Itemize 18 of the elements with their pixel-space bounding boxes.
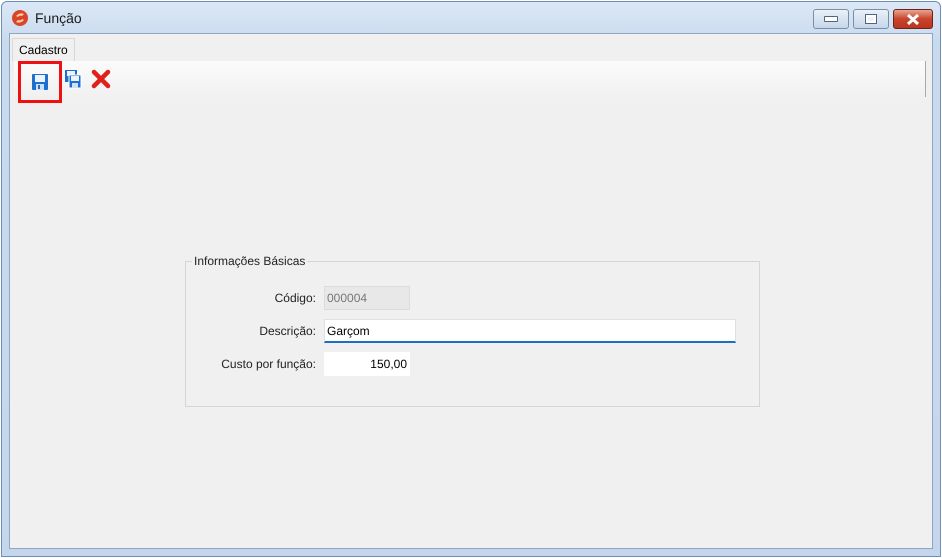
tab[interactable]: Cadastro [12,38,75,61]
field-label: Custo por função: [220,357,316,371]
close-button[interactable] [893,9,933,29]
input-field[interactable]: Garçom [324,319,736,343]
app-logo-icon [11,8,29,26]
window-title: Função [35,10,82,26]
save-button[interactable] [18,61,62,103]
maximize-button[interactable] [853,9,889,29]
minimize-button[interactable] [813,9,849,29]
group-title: Informações Básicas [193,254,306,268]
maximize-icon [865,14,877,24]
field-label: Código: [274,291,316,305]
field-label: Descrição: [258,324,316,338]
cross-icon [91,69,111,89]
close-icon [906,14,920,24]
input-field[interactable]: 150,00 [324,352,410,376]
minimize-icon [824,16,838,22]
two-floppy-disks-icon [64,69,82,89]
